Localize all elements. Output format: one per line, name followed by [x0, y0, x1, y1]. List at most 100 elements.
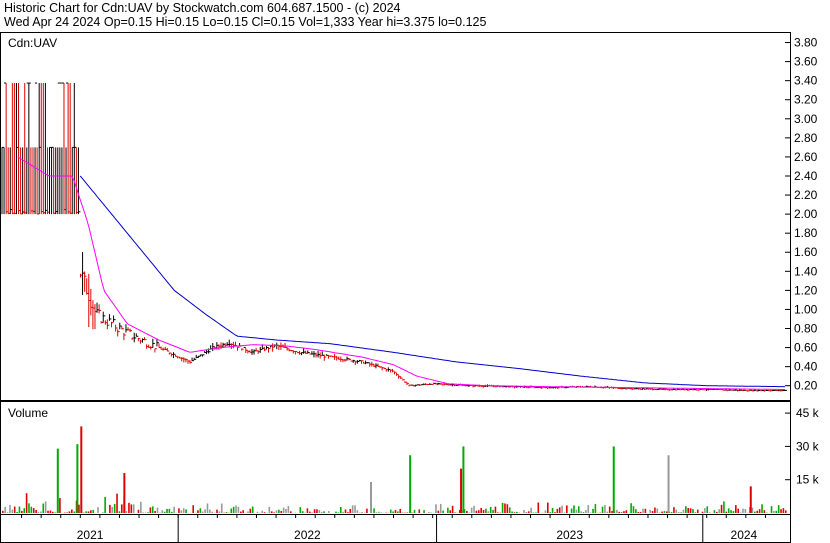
volume-bar	[237, 506, 240, 513]
volume-bar	[40, 511, 42, 513]
volume-bar	[166, 508, 168, 513]
volume-bar	[130, 504, 133, 513]
price-axis: 3.80 3.60 3.40 3.20 3.00 2.80 2.60 2.40 2.20 2.00…	[785, 36, 818, 393]
volume-bar	[235, 505, 237, 513]
volume-bar	[289, 511, 292, 513]
long-moving-average-line	[79, 175, 786, 388]
volume-bar	[92, 509, 95, 513]
volume-bar	[9, 504, 11, 513]
volume-bar	[351, 505, 354, 513]
volume-bar	[118, 511, 121, 513]
volume-bar	[551, 507, 554, 513]
price-tick-label: 1.60	[794, 245, 818, 259]
volume-bar	[635, 509, 637, 513]
volume-bar	[218, 511, 221, 513]
volume-bar	[347, 512, 349, 513]
price-tick-label: 3.40	[794, 74, 818, 88]
volume-bar	[775, 510, 778, 513]
volume-bar	[47, 510, 49, 513]
volume-bar	[754, 511, 756, 513]
volume-bar	[701, 511, 704, 513]
volume-spike-bar	[667, 455, 670, 513]
volume-bar	[273, 512, 275, 513]
stock-chart: Cdn:UAV 3.80 3.60 3.40 3.20 3.00 2.80 2.60 2.40…	[0, 32, 820, 543]
volume-bar	[675, 509, 678, 513]
volume-bar	[140, 501, 142, 513]
year-label: 2022	[294, 528, 321, 542]
volume-bar	[649, 509, 651, 513]
price-tick-label: 0.40	[794, 360, 818, 374]
volume-bar	[137, 509, 140, 513]
volume-bar	[401, 512, 404, 513]
volume-bar	[232, 506, 235, 513]
volume-bar	[547, 502, 549, 513]
volume-bar	[575, 509, 578, 513]
price-tick-label: 2.80	[794, 131, 818, 145]
volume-bar	[632, 506, 635, 513]
volume-tick-label: 15 k	[796, 473, 820, 487]
volume-bar	[530, 507, 532, 513]
volume-bar	[580, 511, 582, 513]
volume-bar	[209, 509, 211, 513]
moving-averages	[17, 156, 786, 390]
volume-bar	[278, 509, 280, 513]
volume-bar	[178, 508, 180, 513]
volume-bar	[780, 509, 782, 513]
volume-bar	[718, 509, 720, 513]
volume-bar	[739, 512, 742, 513]
volume-bar	[328, 511, 330, 513]
price-tick-label: 1.20	[794, 283, 818, 297]
volume-bar	[470, 507, 473, 513]
volume-bar	[156, 507, 159, 513]
volume-bar	[611, 511, 613, 513]
volume-bar	[78, 504, 80, 513]
volume-bar	[30, 506, 33, 513]
volume-bar	[37, 512, 40, 513]
volume-bar	[725, 511, 728, 513]
volume-bar	[354, 505, 356, 513]
price-tick-label: 1.40	[794, 264, 818, 278]
volume-bar	[199, 508, 202, 513]
volume-bar	[349, 508, 352, 513]
volume-bar	[454, 512, 456, 513]
volume-bar	[477, 510, 480, 513]
price-tick-label: 0.60	[794, 341, 818, 355]
volume-bar	[506, 504, 509, 513]
volume-bar	[206, 503, 209, 513]
volume-bar	[616, 509, 618, 513]
volume-bar	[511, 511, 513, 513]
volume-bar	[306, 508, 309, 513]
volume-bar	[263, 512, 266, 513]
volume-bar	[475, 510, 478, 513]
volume-bar	[256, 511, 259, 513]
volume-bar	[280, 511, 283, 513]
volume-spike-bar	[56, 448, 59, 513]
volume-bar	[494, 506, 497, 513]
volume-bar	[11, 509, 14, 513]
volume-bar	[466, 510, 468, 513]
volume-bar	[501, 502, 504, 513]
volume-bar	[275, 510, 278, 513]
volume-bar	[299, 507, 302, 513]
volume-spike-bar	[123, 473, 126, 513]
volume-bar	[487, 511, 490, 513]
volume-bar	[704, 508, 706, 513]
volume-bar	[373, 508, 375, 513]
volume-bar	[389, 509, 392, 513]
date-axis: 2021 2022 2023 2024	[21, 514, 766, 542]
price-panel-title: Cdn:UAV	[8, 36, 57, 50]
volume-bar	[225, 512, 228, 513]
volume-bar	[618, 511, 621, 513]
volume-bar	[51, 511, 54, 513]
price-tick-label: 3.60	[794, 55, 818, 69]
volume-bar	[756, 510, 759, 513]
volume-bar	[230, 508, 233, 513]
date-axis-frame	[0, 514, 791, 543]
volume-bar	[492, 509, 494, 513]
volume-bar	[558, 507, 561, 513]
volume-bar	[758, 509, 761, 513]
volume-bar	[689, 508, 692, 513]
volume-bar	[170, 511, 173, 513]
volume-bar	[32, 508, 35, 513]
volume-bar	[406, 512, 409, 513]
